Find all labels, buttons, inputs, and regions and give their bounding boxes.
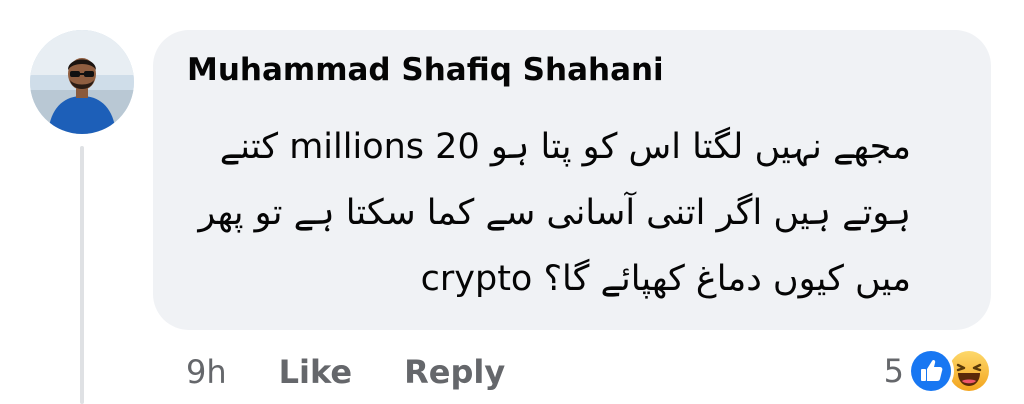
comment-line-2: ہوتے ہیں اگر اتنی آسانی سے کما سکتا ہے ت… bbox=[198, 193, 911, 233]
comment-timestamp[interactable]: 9h bbox=[186, 353, 227, 391]
reaction-count: 5 bbox=[883, 352, 904, 390]
like-icon bbox=[908, 348, 954, 394]
like-button[interactable]: Like bbox=[279, 353, 352, 391]
comment-actions: 9h Like Reply bbox=[186, 350, 505, 394]
comment-line-1: مجھے نہیں لگتا اس کو پتا ہو 20 millions … bbox=[219, 127, 911, 167]
comment-line-3: crypto میں کیوں دماغ کھپائے گا؟ bbox=[420, 259, 911, 299]
avatar-image bbox=[30, 30, 134, 134]
thread-line bbox=[80, 146, 84, 404]
avatar[interactable] bbox=[30, 30, 134, 134]
reaction-summary[interactable]: 5 bbox=[884, 348, 992, 394]
comment-bubble: Muhammad Shafiq Shahani مجھے نہیں لگتا ا… bbox=[153, 30, 991, 330]
comment-text: مجھے نہیں لگتا اس کو پتا ہو 20 millions … bbox=[198, 114, 911, 312]
comment-author[interactable]: Muhammad Shafiq Shahani bbox=[187, 52, 664, 88]
comment-thread: Muhammad Shafiq Shahani مجھے نہیں لگتا ا… bbox=[0, 0, 1024, 404]
reply-button[interactable]: Reply bbox=[404, 353, 505, 391]
